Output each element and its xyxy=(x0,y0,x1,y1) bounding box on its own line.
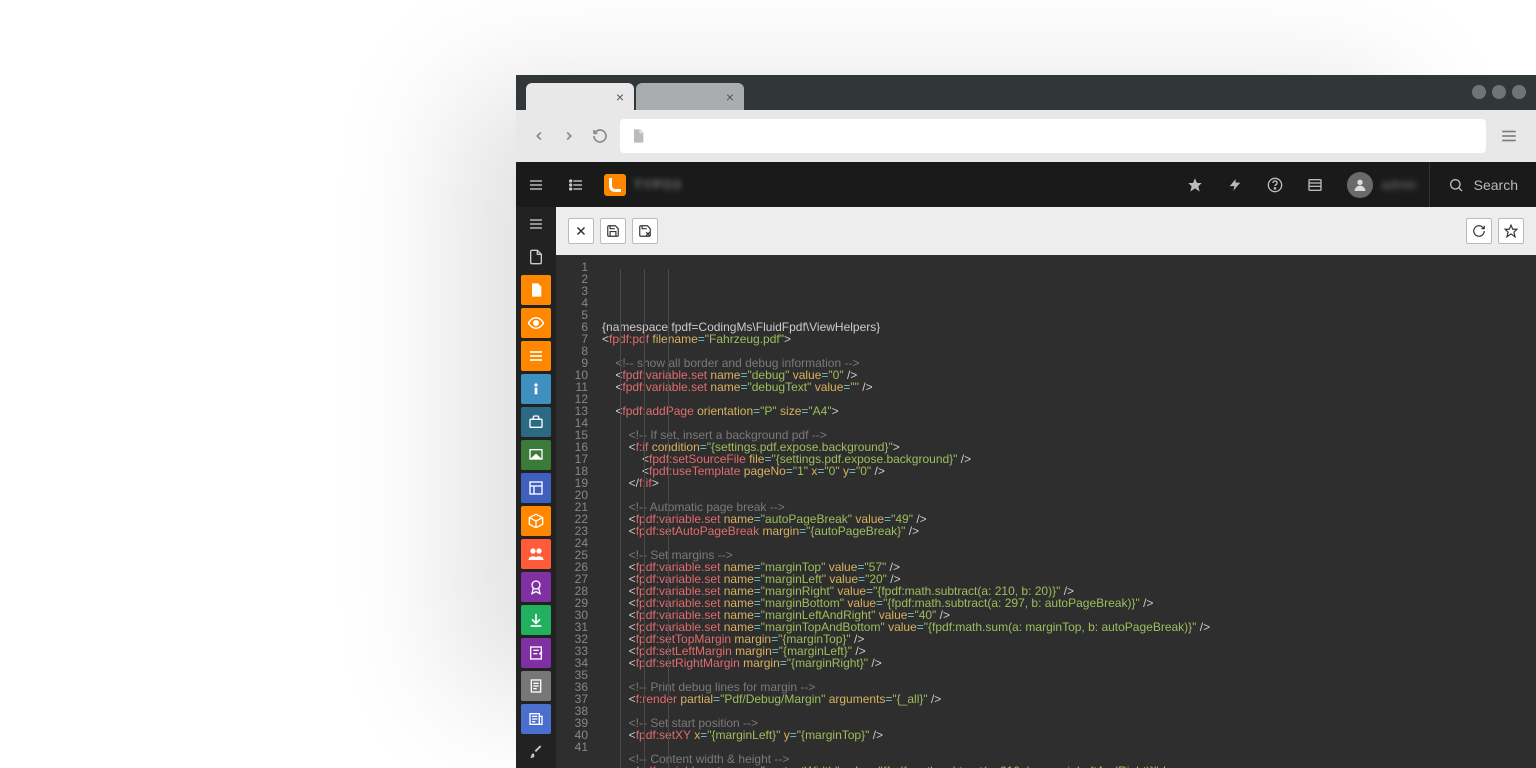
app-title: TYPO3 xyxy=(634,177,682,192)
window-maximize-icon[interactable] xyxy=(1492,85,1506,99)
window-close-icon[interactable] xyxy=(1512,85,1526,99)
url-bar[interactable] xyxy=(620,119,1486,153)
sidebar-download-icon[interactable] xyxy=(516,603,556,636)
sidebar-users-icon[interactable] xyxy=(516,537,556,570)
code-content[interactable]: {namespace fpdf=CodingMs\FluidFpdf\ViewH… xyxy=(596,255,1536,768)
sidebar-package-icon[interactable] xyxy=(516,504,556,537)
app-topbar: TYPO3 admin Sear xyxy=(516,162,1536,207)
browser-tab-active[interactable]: × xyxy=(526,83,634,110)
close-button[interactable] xyxy=(568,218,594,244)
bookmark-toggle-button[interactable] xyxy=(1498,218,1524,244)
sidebar-info-icon[interactable] xyxy=(516,372,556,405)
save-close-button[interactable] xyxy=(632,218,658,244)
user-menu[interactable]: admin xyxy=(1335,172,1428,198)
sidebar-list-icon[interactable] xyxy=(516,339,556,372)
sidebar-workspace-icon[interactable] xyxy=(516,405,556,438)
tab-close-icon[interactable]: × xyxy=(616,89,624,105)
typo3-logo-icon xyxy=(604,174,626,196)
app-logo[interactable]: TYPO3 xyxy=(596,162,690,207)
editor-toolbar xyxy=(556,207,1536,255)
sidebar-hamburger-icon[interactable] xyxy=(516,207,556,240)
save-button[interactable] xyxy=(600,218,626,244)
help-button[interactable] xyxy=(1255,162,1295,207)
browser-toolbar xyxy=(516,110,1536,162)
cache-button[interactable] xyxy=(1215,162,1255,207)
avatar-icon xyxy=(1347,172,1373,198)
line-gutter: 1234567891011121314151617181920212223242… xyxy=(556,255,596,768)
nav-back-button[interactable] xyxy=(528,125,550,147)
code-editor[interactable]: 1234567891011121314151617181920212223242… xyxy=(556,255,1536,768)
content-area: 1234567891011121314151617181920212223242… xyxy=(516,207,1536,768)
browser-menu-button[interactable] xyxy=(1494,121,1524,151)
module-sidebar xyxy=(516,207,556,768)
app-window: × × xyxy=(516,75,1536,768)
editor-panel: 1234567891011121314151617181920212223242… xyxy=(556,207,1536,768)
sidebar-form-icon[interactable] xyxy=(516,636,556,669)
sidebar-medal-icon[interactable] xyxy=(516,570,556,603)
nav-reload-button[interactable] xyxy=(588,124,612,148)
sidebar-layout-icon[interactable] xyxy=(516,471,556,504)
tree-toggle-button[interactable] xyxy=(556,162,596,207)
sidebar-file-icon[interactable] xyxy=(516,240,556,273)
page-icon xyxy=(630,128,646,144)
window-controls xyxy=(1472,85,1526,99)
application-button[interactable] xyxy=(1295,162,1335,207)
sidebar-news-icon[interactable] xyxy=(516,702,556,735)
search-placeholder: Search xyxy=(1474,177,1518,193)
sidebar-template-icon[interactable] xyxy=(516,438,556,471)
refresh-button[interactable] xyxy=(1466,218,1492,244)
search-input[interactable]: Search xyxy=(1429,162,1536,207)
browser-tabs: × × xyxy=(516,75,1536,110)
sidebar-doc-icon[interactable] xyxy=(516,669,556,702)
browser-tab-inactive[interactable]: × xyxy=(636,83,744,110)
sidebar-brush-icon[interactable] xyxy=(516,735,556,768)
username-label: admin xyxy=(1381,177,1416,192)
tab-close-icon[interactable]: × xyxy=(726,89,734,105)
menu-toggle-button[interactable] xyxy=(516,162,556,207)
window-minimize-icon[interactable] xyxy=(1472,85,1486,99)
sidebar-view-icon[interactable] xyxy=(516,306,556,339)
bookmark-button[interactable] xyxy=(1175,162,1215,207)
search-icon xyxy=(1448,177,1464,193)
sidebar-page-icon[interactable] xyxy=(516,273,556,306)
nav-forward-button[interactable] xyxy=(558,125,580,147)
